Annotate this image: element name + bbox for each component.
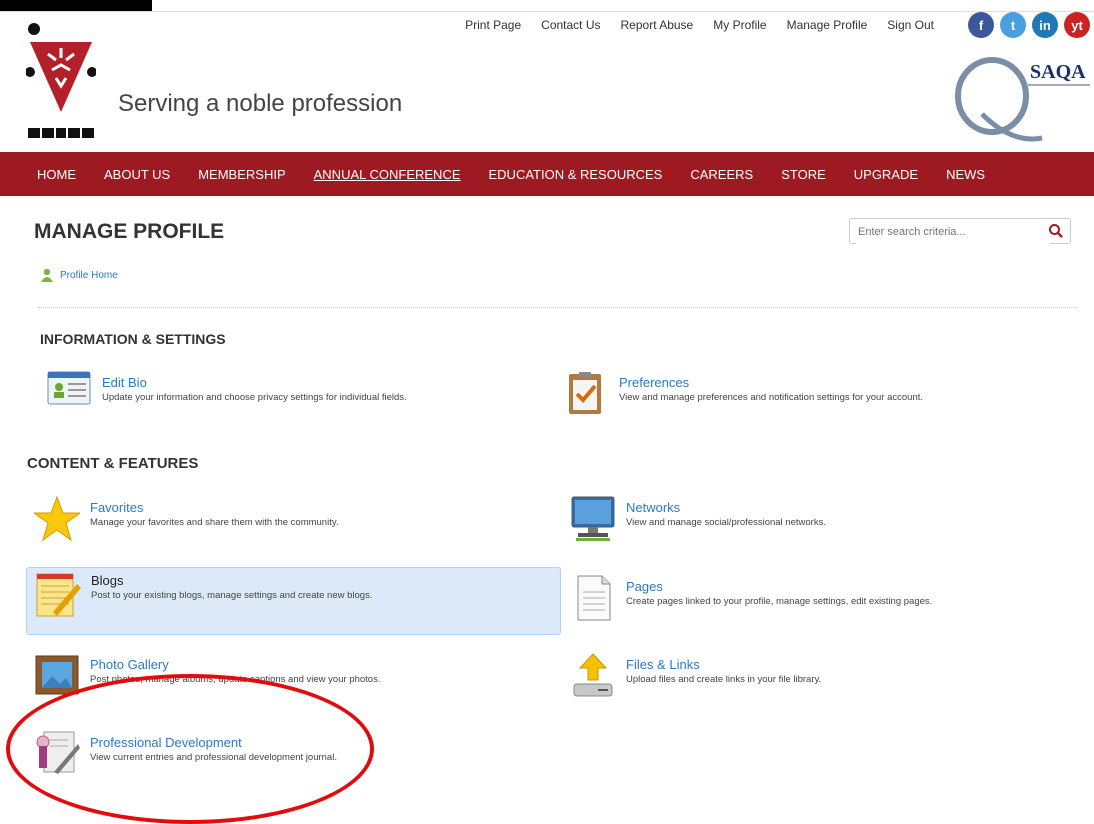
notepad-pencil-icon bbox=[36, 573, 81, 617]
blogs-link[interactable]: Blogs bbox=[91, 573, 124, 588]
section-title-info: INFORMATION & SETTINGS bbox=[40, 331, 226, 347]
twitter-icon[interactable]: t bbox=[1000, 12, 1026, 38]
search-icon[interactable] bbox=[1048, 223, 1064, 239]
card-networks[interactable]: Networks View and manage social/professi… bbox=[562, 495, 1094, 561]
sign-out-link[interactable]: Sign Out bbox=[887, 18, 934, 32]
monitor-icon bbox=[571, 496, 615, 541]
favorites-desc: Manage your favorites and share them wit… bbox=[90, 517, 339, 528]
card-photo-gallery[interactable]: Photo Gallery Post photos, manage albums… bbox=[26, 652, 561, 718]
social-icons: f t in yt bbox=[968, 12, 1090, 38]
nav-store[interactable]: STORE bbox=[781, 167, 826, 182]
section-title-content: CONTENT & FEATURES bbox=[27, 455, 199, 472]
breadcrumb: Profile Home bbox=[40, 268, 118, 282]
card-files-links[interactable]: Files & Links Upload files and create li… bbox=[562, 652, 1094, 718]
nav-home[interactable]: HOME bbox=[37, 167, 76, 182]
photo-gallery-desc: Post photos, manage albums, update capti… bbox=[90, 674, 381, 685]
star-icon bbox=[34, 495, 80, 542]
profile-home-link[interactable]: Profile Home bbox=[60, 270, 118, 281]
upload-drive-icon bbox=[573, 653, 613, 697]
nav-about-us[interactable]: ABOUT US bbox=[104, 167, 170, 182]
files-links-link[interactable]: Files & Links bbox=[626, 657, 700, 672]
saioh-logo[interactable] bbox=[26, 20, 96, 142]
user-icon bbox=[41, 268, 53, 282]
contact-us-link[interactable]: Contact Us bbox=[541, 18, 600, 32]
id-card-icon bbox=[47, 371, 91, 405]
nav-news[interactable]: NEWS bbox=[946, 167, 985, 182]
networks-desc: View and manage social/professional netw… bbox=[626, 517, 826, 528]
print-page-link[interactable]: Print Page bbox=[465, 18, 521, 32]
edit-bio-desc: Update your information and choose priva… bbox=[102, 392, 407, 403]
tagline: Serving a noble profession bbox=[118, 90, 403, 117]
clipboard-icon bbox=[569, 372, 601, 414]
card-edit-bio[interactable]: Edit Bio Update your information and cho… bbox=[38, 370, 573, 436]
professional-development-link[interactable]: Professional Development bbox=[90, 735, 242, 750]
nav-upgrade[interactable]: UPGRADE bbox=[854, 167, 918, 182]
divider bbox=[38, 307, 1076, 308]
nav-annual-conference[interactable]: ANNUAL CONFERENCE bbox=[314, 167, 461, 182]
report-abuse-link[interactable]: Report Abuse bbox=[621, 18, 694, 32]
picture-frame-icon bbox=[35, 655, 79, 695]
card-blogs[interactable]: Blogs Post to your existing blogs, manag… bbox=[26, 567, 561, 635]
card-professional-development[interactable]: Professional Development View current en… bbox=[26, 730, 561, 796]
photo-gallery-link[interactable]: Photo Gallery bbox=[90, 657, 169, 672]
main-nav: HOME ABOUT US MEMBERSHIP ANNUAL CONFEREN… bbox=[0, 152, 1094, 196]
youtube-icon[interactable]: yt bbox=[1064, 12, 1090, 38]
files-links-desc: Upload files and create links in your fi… bbox=[626, 674, 822, 685]
favorites-link[interactable]: Favorites bbox=[90, 500, 143, 515]
networks-link[interactable]: Networks bbox=[626, 500, 680, 515]
blogs-desc: Post to your existing blogs, manage sett… bbox=[91, 590, 373, 601]
card-preferences[interactable]: Preferences View and manage preferences … bbox=[555, 370, 1090, 436]
nav-careers[interactable]: CAREERS bbox=[690, 167, 753, 182]
pages-desc: Create pages linked to your profile, man… bbox=[626, 596, 933, 607]
nav-membership[interactable]: MEMBERSHIP bbox=[198, 167, 285, 182]
nav-education-resources[interactable]: EDUCATION & RESOURCES bbox=[489, 167, 663, 182]
preferences-desc: View and manage preferences and notifica… bbox=[619, 392, 924, 403]
pages-link[interactable]: Pages bbox=[626, 579, 663, 594]
my-profile-link[interactable]: My Profile bbox=[713, 18, 766, 32]
manage-profile-link[interactable]: Manage Profile bbox=[787, 18, 868, 32]
professional-development-desc: View current entries and professional de… bbox=[90, 752, 337, 763]
saqa-logo: SAQA bbox=[955, 57, 1090, 142]
preferences-link[interactable]: Preferences bbox=[619, 375, 689, 390]
black-bar bbox=[0, 0, 152, 11]
card-pages[interactable]: Pages Create pages linked to your profil… bbox=[562, 574, 1094, 640]
facebook-icon[interactable]: f bbox=[968, 12, 994, 38]
top-divider bbox=[0, 11, 1094, 12]
search-box bbox=[849, 218, 1071, 244]
page-title: MANAGE PROFILE bbox=[34, 220, 225, 243]
document-icon bbox=[577, 575, 611, 621]
search-input[interactable] bbox=[856, 220, 1050, 244]
saqa-logo-text: SAQA bbox=[1030, 61, 1086, 83]
card-favorites[interactable]: Favorites Manage your favorites and shar… bbox=[26, 495, 561, 561]
linkedin-icon[interactable]: in bbox=[1032, 12, 1058, 38]
edit-bio-link[interactable]: Edit Bio bbox=[102, 375, 147, 390]
certificate-pen-icon bbox=[36, 731, 80, 774]
top-links: Print Page Contact Us Report Abuse My Pr… bbox=[465, 18, 934, 32]
